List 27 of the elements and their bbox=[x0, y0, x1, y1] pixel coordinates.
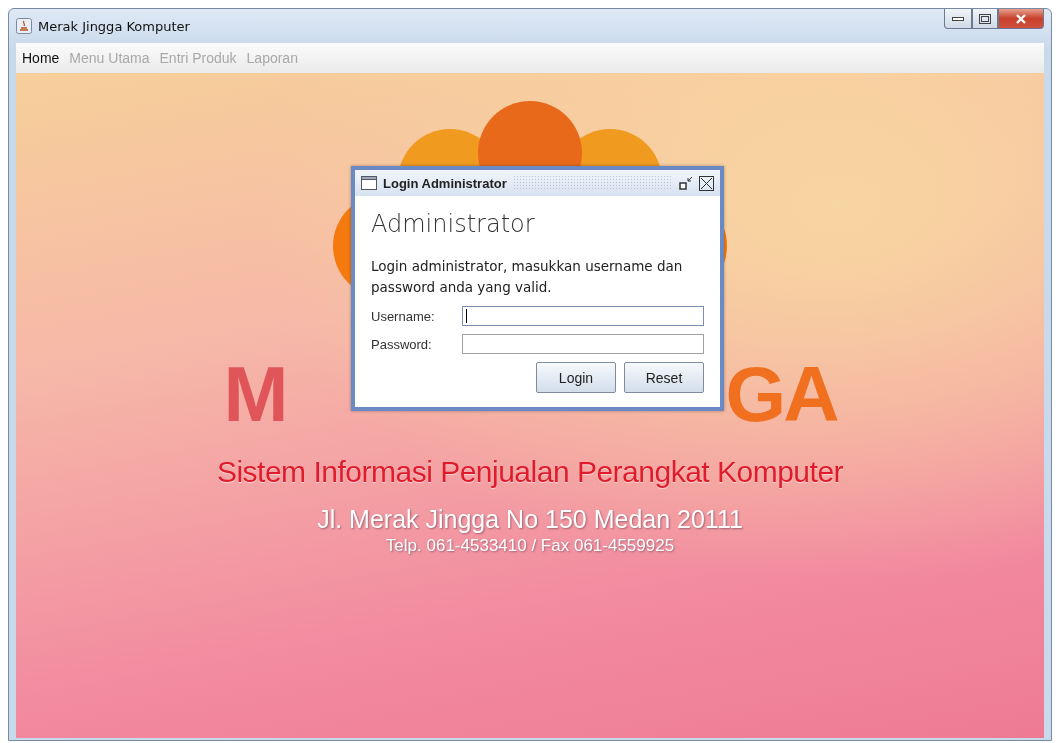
minimize-button[interactable] bbox=[944, 9, 972, 29]
brand-letter: M bbox=[223, 355, 286, 433]
phone-text: Telp. 061-4533410 / Fax 061-4559925 bbox=[385, 536, 675, 556]
close-icon bbox=[1015, 13, 1027, 24]
tagline: Sistem Informasi Penjualan Perangkat Komputer bbox=[216, 455, 844, 489]
window-icon bbox=[361, 176, 377, 190]
app-icon bbox=[16, 18, 32, 34]
field-label: Password: bbox=[371, 336, 433, 352]
window-title: Merak Jingga Komputer bbox=[38, 18, 190, 34]
instruction-text: Login administrator, masukkan username dan password anda yang valid. bbox=[371, 257, 684, 297]
dialog-button[interactable]: Reset bbox=[624, 362, 704, 393]
field-label: Username: bbox=[371, 308, 436, 324]
minimize-icon bbox=[952, 15, 964, 22]
dialog-title: Login Administrator bbox=[383, 175, 507, 191]
menu-item[interactable]: Home bbox=[22, 50, 60, 66]
dialog-button[interactable]: Login bbox=[536, 362, 616, 393]
dialog-heading: Administrator bbox=[371, 210, 536, 238]
text-caret bbox=[466, 309, 467, 323]
close-button[interactable] bbox=[998, 9, 1044, 29]
input-field[interactable] bbox=[462, 334, 704, 354]
input-field[interactable] bbox=[462, 306, 704, 326]
maximize-icon bbox=[979, 13, 991, 24]
restore-icon[interactable] bbox=[679, 176, 693, 190]
maximize-button[interactable] bbox=[972, 9, 998, 29]
brand-letters: GA bbox=[725, 355, 837, 433]
close-icon[interactable] bbox=[699, 175, 714, 191]
address-text: Jl. Merak Jingga No 150 Medan 20111 bbox=[317, 505, 743, 534]
